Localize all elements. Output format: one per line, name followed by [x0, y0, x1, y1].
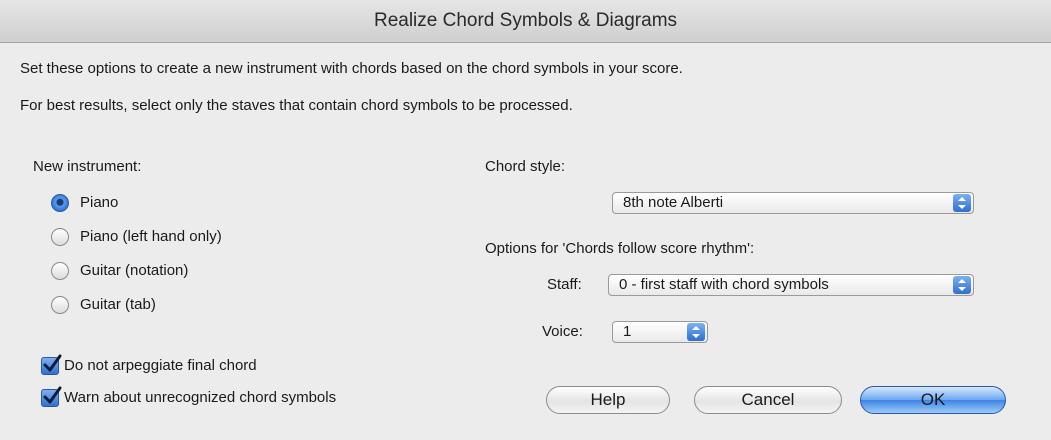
popup-arrows-icon	[953, 276, 971, 294]
dialog-title: Realize Chord Symbols & Diagrams	[0, 0, 1051, 43]
chord-style-value: 8th note Alberti	[623, 194, 724, 211]
voice-label: Voice:	[542, 323, 583, 340]
voice-select[interactable]: 1	[612, 321, 708, 343]
intro-text-1: Set these options to create a new instru…	[20, 60, 683, 77]
staff-select[interactable]: 0 - first staff with chord symbols	[608, 274, 974, 296]
ok-button[interactable]: OK	[860, 386, 1006, 414]
checkmark-icon	[43, 386, 62, 404]
intro-text-2: For best results, select only the staves…	[20, 97, 573, 114]
popup-arrows-icon	[687, 323, 705, 341]
checkbox-warn-unrecognized-label[interactable]: Warn about unrecognized chord symbols	[64, 389, 336, 406]
chord-style-select[interactable]: 8th note Alberti	[612, 192, 974, 214]
staff-value: 0 - first staff with chord symbols	[619, 276, 829, 293]
radio-guitar-tab[interactable]	[51, 296, 69, 314]
new-instrument-label: New instrument:	[33, 158, 142, 175]
staff-label: Staff:	[547, 276, 582, 293]
voice-value: 1	[623, 323, 632, 340]
realize-chord-dialog: Realize Chord Symbols & Diagrams Set the…	[0, 0, 1051, 440]
rhythm-options-label: Options for 'Chords follow score rhythm'…	[485, 240, 755, 257]
popup-arrows-icon	[953, 194, 971, 212]
cancel-button[interactable]: Cancel	[694, 386, 842, 414]
radio-guitar-notation[interactable]	[51, 262, 69, 280]
radio-piano-left-hand[interactable]	[51, 228, 69, 246]
checkbox-do-not-arpeggiate[interactable]	[41, 354, 62, 375]
radio-guitar-notation-label[interactable]: Guitar (notation)	[80, 262, 188, 279]
radio-piano-left-hand-label[interactable]: Piano (left hand only)	[80, 228, 222, 245]
help-button[interactable]: Help	[546, 386, 670, 414]
checkbox-do-not-arpeggiate-label[interactable]: Do not arpeggiate final chord	[64, 357, 257, 374]
checkmark-icon	[43, 354, 62, 372]
radio-guitar-tab-label[interactable]: Guitar (tab)	[80, 296, 156, 313]
checkbox-warn-unrecognized[interactable]	[41, 386, 62, 407]
radio-piano[interactable]	[51, 194, 69, 212]
radio-piano-label[interactable]: Piano	[80, 194, 118, 211]
chord-style-label: Chord style:	[485, 158, 566, 175]
